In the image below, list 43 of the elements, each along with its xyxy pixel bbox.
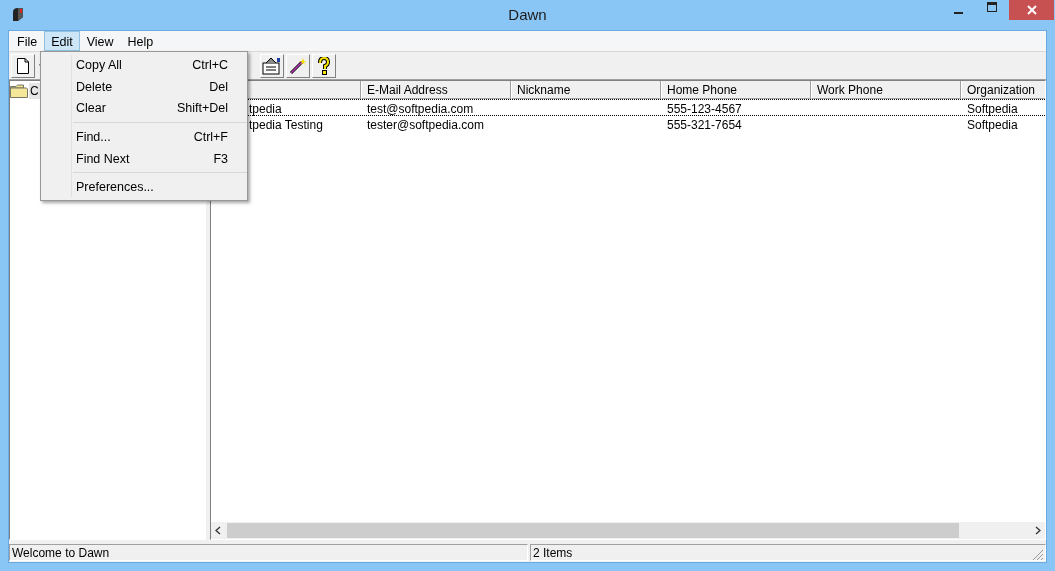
menu-entry[interactable]: Find... Ctrl+F — [72, 126, 247, 148]
folder-icon — [10, 84, 28, 98]
table-cell: tpedia Testing — [249, 118, 323, 132]
new-document-button[interactable] — [11, 53, 35, 78]
menu-item[interactable]: Edit — [44, 31, 80, 51]
table-cell: tester@softpedia.com — [367, 118, 484, 132]
question-mark-icon — [317, 56, 331, 75]
table-cell: 555-321-7654 — [667, 118, 742, 132]
menu-entry[interactable]: Preferences... — [72, 176, 247, 198]
column-header[interactable]: Nickname — [511, 81, 661, 99]
menu-item[interactable]: Help — [120, 31, 161, 51]
table-cell: Softpedia — [967, 118, 1018, 132]
scroll-right-icon[interactable] — [1035, 526, 1041, 535]
help-button[interactable] — [312, 53, 336, 78]
column-header[interactable]: Home Phone — [661, 81, 811, 99]
contact-card-icon — [262, 56, 282, 75]
magic-wand-icon — [289, 56, 307, 75]
contact-card-button[interactable] — [260, 53, 284, 78]
menu-item[interactable]: View — [79, 31, 121, 51]
status-text: 2 Items — [530, 543, 1046, 561]
menu-entry[interactable]: Delete Del — [72, 75, 247, 98]
document-icon — [16, 57, 30, 74]
column-header[interactable]: Work Phone — [811, 81, 961, 99]
scrollbar-thumb[interactable] — [227, 523, 959, 538]
menu-entry[interactable]: Copy All Ctrl+C — [72, 54, 247, 76]
menu-entry[interactable]: Find Next F3 — [72, 147, 247, 170]
table-cell: Softpedia — [967, 102, 1018, 116]
scroll-left-icon[interactable] — [215, 526, 221, 535]
menu-entry[interactable]: Clear Shift+Del — [72, 97, 247, 119]
table-cell: tpedia — [249, 102, 282, 116]
magic-wand-button[interactable] — [286, 53, 310, 78]
app-icon — [10, 6, 26, 22]
tree-item[interactable]: C — [29, 83, 40, 99]
resize-grip-icon[interactable] — [1032, 549, 1044, 561]
close-icon — [1026, 5, 1037, 15]
menu-item[interactable]: File — [10, 31, 45, 51]
close-button[interactable] — [1009, 0, 1054, 20]
status-text: Welcome to Dawn — [9, 543, 528, 561]
table-cell: test@softpedia.com — [367, 102, 474, 116]
column-header[interactable]: Organization — [961, 81, 1045, 99]
table-cell: 555-123-4567 — [667, 102, 742, 116]
window-title: Dawn — [507, 6, 548, 23]
column-header[interactable]: E-Mail Address — [361, 81, 511, 99]
